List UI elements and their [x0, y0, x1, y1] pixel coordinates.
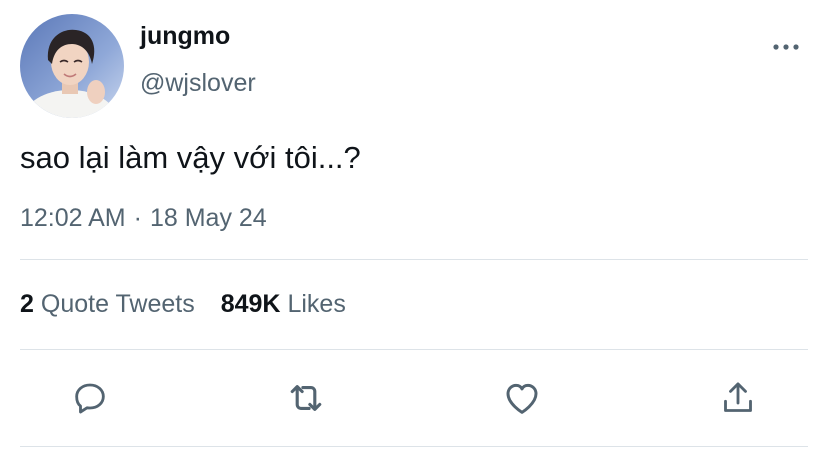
reply-button[interactable]: [68, 376, 112, 420]
tweet-time: 12:02 AM: [20, 204, 126, 232]
divider-middle: [20, 349, 808, 350]
quote-tweets-count: 2: [20, 290, 34, 318]
retweet-button[interactable]: [284, 376, 328, 420]
tweet-timestamp[interactable]: 12:02 AM · 18 May 24: [20, 204, 267, 233]
timestamp-separator: ·: [133, 204, 142, 232]
more-horizontal-icon: [773, 44, 799, 50]
tweet-text: sao lại làm vậy với tôi...?: [20, 140, 361, 175]
display-name[interactable]: jungmo: [140, 22, 230, 51]
likes-stat[interactable]: 849K Likes: [221, 290, 346, 319]
divider-top: [20, 259, 808, 260]
like-icon: [506, 383, 538, 414]
quote-tweets-label: Quote Tweets: [40, 290, 195, 318]
more-options-button[interactable]: [764, 30, 808, 64]
share-button[interactable]: [716, 376, 760, 420]
likes-count: 849K: [220, 290, 281, 318]
divider-bottom: [20, 446, 808, 447]
share-icon: [724, 382, 752, 412]
retweet-icon: [290, 385, 322, 411]
avatar[interactable]: [20, 14, 124, 118]
like-button[interactable]: [500, 376, 544, 420]
tweet-stats: 2 Quote Tweets 849K Likes: [20, 290, 346, 319]
reply-icon: [75, 383, 105, 414]
tweet-date: 18 May 24: [149, 204, 267, 232]
likes-label: Likes: [287, 290, 346, 318]
quote-tweets-stat[interactable]: 2 Quote Tweets: [20, 290, 195, 319]
user-handle[interactable]: @wjslover: [140, 69, 256, 98]
